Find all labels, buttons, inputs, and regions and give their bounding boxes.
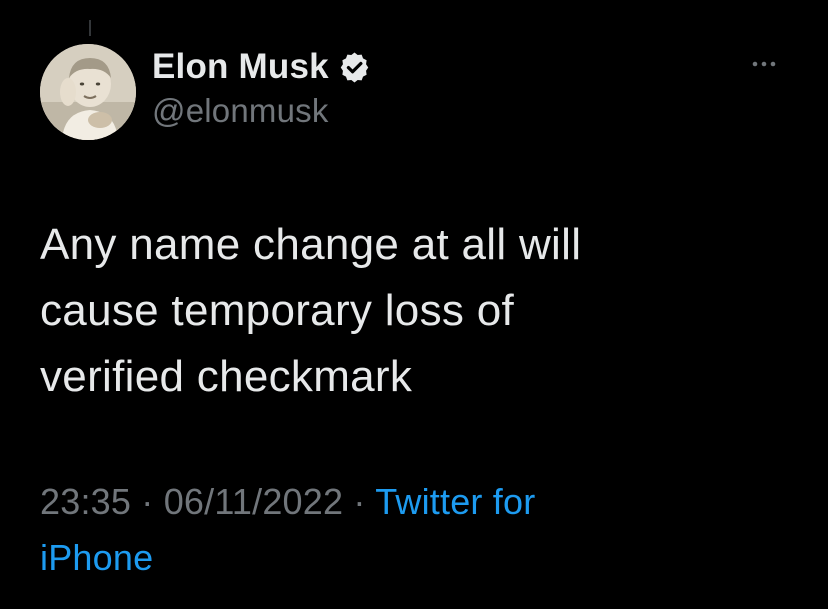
tweet-time[interactable]: 23:35 (40, 481, 131, 522)
tweet-text: Any name change at all will cause tempor… (40, 212, 800, 410)
tweet-date[interactable]: 06/11/2022 (164, 481, 344, 522)
tweet-author: Elon Musk @elonmusk (152, 46, 371, 130)
tweet-source-link[interactable]: Twitter for (375, 481, 535, 522)
author-name-row: Elon Musk (152, 46, 371, 88)
tweet-metadata: 23:35 · 06/11/2022 · Twitter for iPhone (40, 474, 800, 586)
author-handle[interactable]: @elonmusk (152, 92, 371, 130)
verified-badge-icon (338, 51, 371, 84)
avatar[interactable] (40, 44, 136, 140)
tweet-text-line: cause temporary loss of (40, 286, 514, 335)
thread-connector-line (89, 20, 91, 36)
avatar-image (40, 44, 136, 140)
tweet-source-link-continued[interactable]: iPhone (40, 537, 153, 578)
meta-separator: · (353, 481, 366, 522)
meta-separator: · (141, 481, 154, 522)
more-options-icon[interactable] (746, 52, 782, 76)
tweet-text-line: Any name change at all will (40, 220, 582, 269)
author-display-name[interactable]: Elon Musk (152, 47, 329, 87)
tweet-text-line: verified checkmark (40, 352, 413, 401)
